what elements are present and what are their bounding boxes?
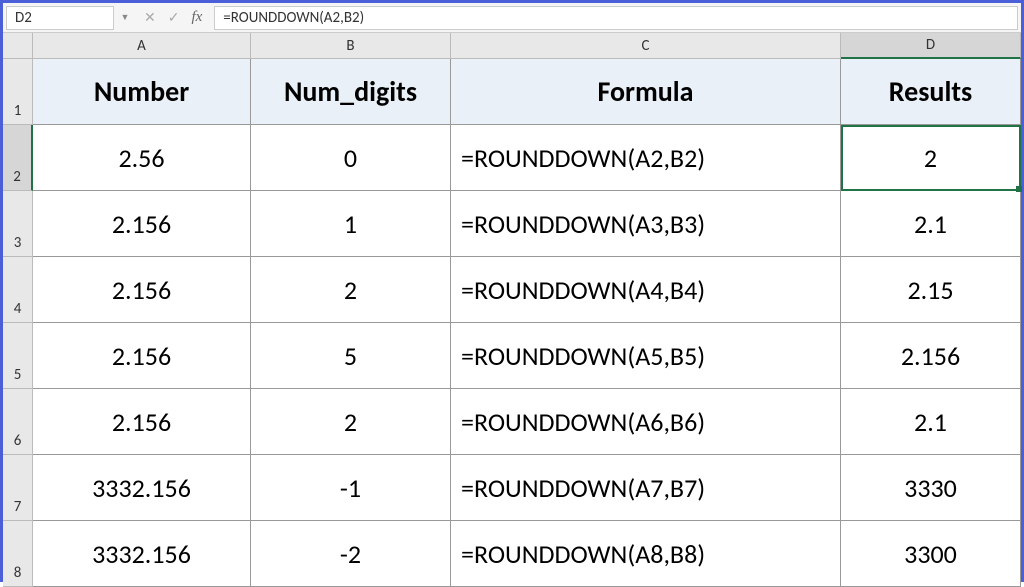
- cell-D4[interactable]: 2.15: [841, 257, 1021, 323]
- cell-A2[interactable]: 2.56: [33, 125, 251, 191]
- col-header-A[interactable]: A: [33, 33, 251, 59]
- cell-A4[interactable]: 2.156: [33, 257, 251, 323]
- header-cell-formula[interactable]: Formula: [451, 59, 841, 125]
- table-row: 5 2.156 5 =ROUNDDOWN(A5,B5) 2.156: [3, 323, 1021, 389]
- row-header-7[interactable]: 7: [3, 455, 33, 521]
- row-header-4[interactable]: 4: [3, 257, 33, 323]
- cell-C4[interactable]: =ROUNDDOWN(A4,B4): [451, 257, 841, 323]
- table-row: 4 2.156 2 =ROUNDDOWN(A4,B4) 2.15: [3, 257, 1021, 323]
- cell-A8[interactable]: 3332.156: [33, 521, 251, 587]
- cell-C5[interactable]: =ROUNDDOWN(A5,B5): [451, 323, 841, 389]
- cell-B7[interactable]: -1: [251, 455, 451, 521]
- name-box-dropdown-icon[interactable]: ▼: [118, 6, 132, 30]
- column-headers: A B C D: [3, 33, 1021, 59]
- table-row: 2 2.56 0 =ROUNDDOWN(A2,B2) 2: [3, 125, 1021, 191]
- cell-D5[interactable]: 2.156: [841, 323, 1021, 389]
- name-box[interactable]: D2: [6, 6, 114, 30]
- cell-B6[interactable]: 2: [251, 389, 451, 455]
- col-header-C[interactable]: C: [451, 33, 841, 59]
- table-row: 7 3332.156 -1 =ROUNDDOWN(A7,B7) 3330: [3, 455, 1021, 521]
- cell-C7[interactable]: =ROUNDDOWN(A7,B7): [451, 455, 841, 521]
- row-header-2[interactable]: 2: [3, 125, 33, 191]
- cell-C2[interactable]: =ROUNDDOWN(A2,B2): [451, 125, 841, 191]
- spreadsheet-grid: A B C D 1 Number Num_digits Formula Resu…: [3, 33, 1021, 587]
- select-all-corner[interactable]: [3, 33, 33, 59]
- header-cell-number[interactable]: Number: [33, 59, 251, 125]
- header-cell-results[interactable]: Results: [841, 59, 1021, 125]
- cell-D3[interactable]: 2.1: [841, 191, 1021, 257]
- row-header-1[interactable]: 1: [3, 59, 33, 125]
- fx-icon[interactable]: fx: [191, 9, 202, 26]
- formula-input[interactable]: =ROUNDDOWN(A2,B2): [214, 6, 1018, 30]
- row-header-5[interactable]: 5: [3, 323, 33, 389]
- cell-A5[interactable]: 2.156: [33, 323, 251, 389]
- cell-D7[interactable]: 3330: [841, 455, 1021, 521]
- table-row: 6 2.156 2 =ROUNDDOWN(A6,B6) 2.1: [3, 389, 1021, 455]
- formula-bar-icons: ✕ ✓ fx: [136, 9, 210, 26]
- row-header-3[interactable]: 3: [3, 191, 33, 257]
- col-header-D[interactable]: D: [841, 33, 1021, 59]
- row-header-8[interactable]: 8: [3, 521, 33, 587]
- table-header-row: 1 Number Num_digits Formula Results: [3, 59, 1021, 125]
- formula-bar: D2 ▼ ✕ ✓ fx =ROUNDDOWN(A2,B2): [3, 3, 1021, 33]
- cell-C3[interactable]: =ROUNDDOWN(A3,B3): [451, 191, 841, 257]
- cell-B8[interactable]: -2: [251, 521, 451, 587]
- cell-B4[interactable]: 2: [251, 257, 451, 323]
- cell-D8[interactable]: 3300: [841, 521, 1021, 587]
- cell-B3[interactable]: 1: [251, 191, 451, 257]
- cell-C8[interactable]: =ROUNDDOWN(A8,B8): [451, 521, 841, 587]
- table-row: 3 2.156 1 =ROUNDDOWN(A3,B3) 2.1: [3, 191, 1021, 257]
- cell-B5[interactable]: 5: [251, 323, 451, 389]
- cell-B2[interactable]: 0: [251, 125, 451, 191]
- header-cell-numdigits[interactable]: Num_digits: [251, 59, 451, 125]
- row-header-6[interactable]: 6: [3, 389, 33, 455]
- cell-A7[interactable]: 3332.156: [33, 455, 251, 521]
- cell-C6[interactable]: =ROUNDDOWN(A6,B6): [451, 389, 841, 455]
- col-header-B[interactable]: B: [251, 33, 451, 59]
- enter-icon[interactable]: ✓: [168, 9, 180, 26]
- cell-A3[interactable]: 2.156: [33, 191, 251, 257]
- cell-D2[interactable]: 2: [841, 125, 1021, 191]
- table-row: 8 3332.156 -2 =ROUNDDOWN(A8,B8) 3300: [3, 521, 1021, 587]
- cell-A6[interactable]: 2.156: [33, 389, 251, 455]
- cancel-icon[interactable]: ✕: [144, 9, 156, 26]
- cell-D6[interactable]: 2.1: [841, 389, 1021, 455]
